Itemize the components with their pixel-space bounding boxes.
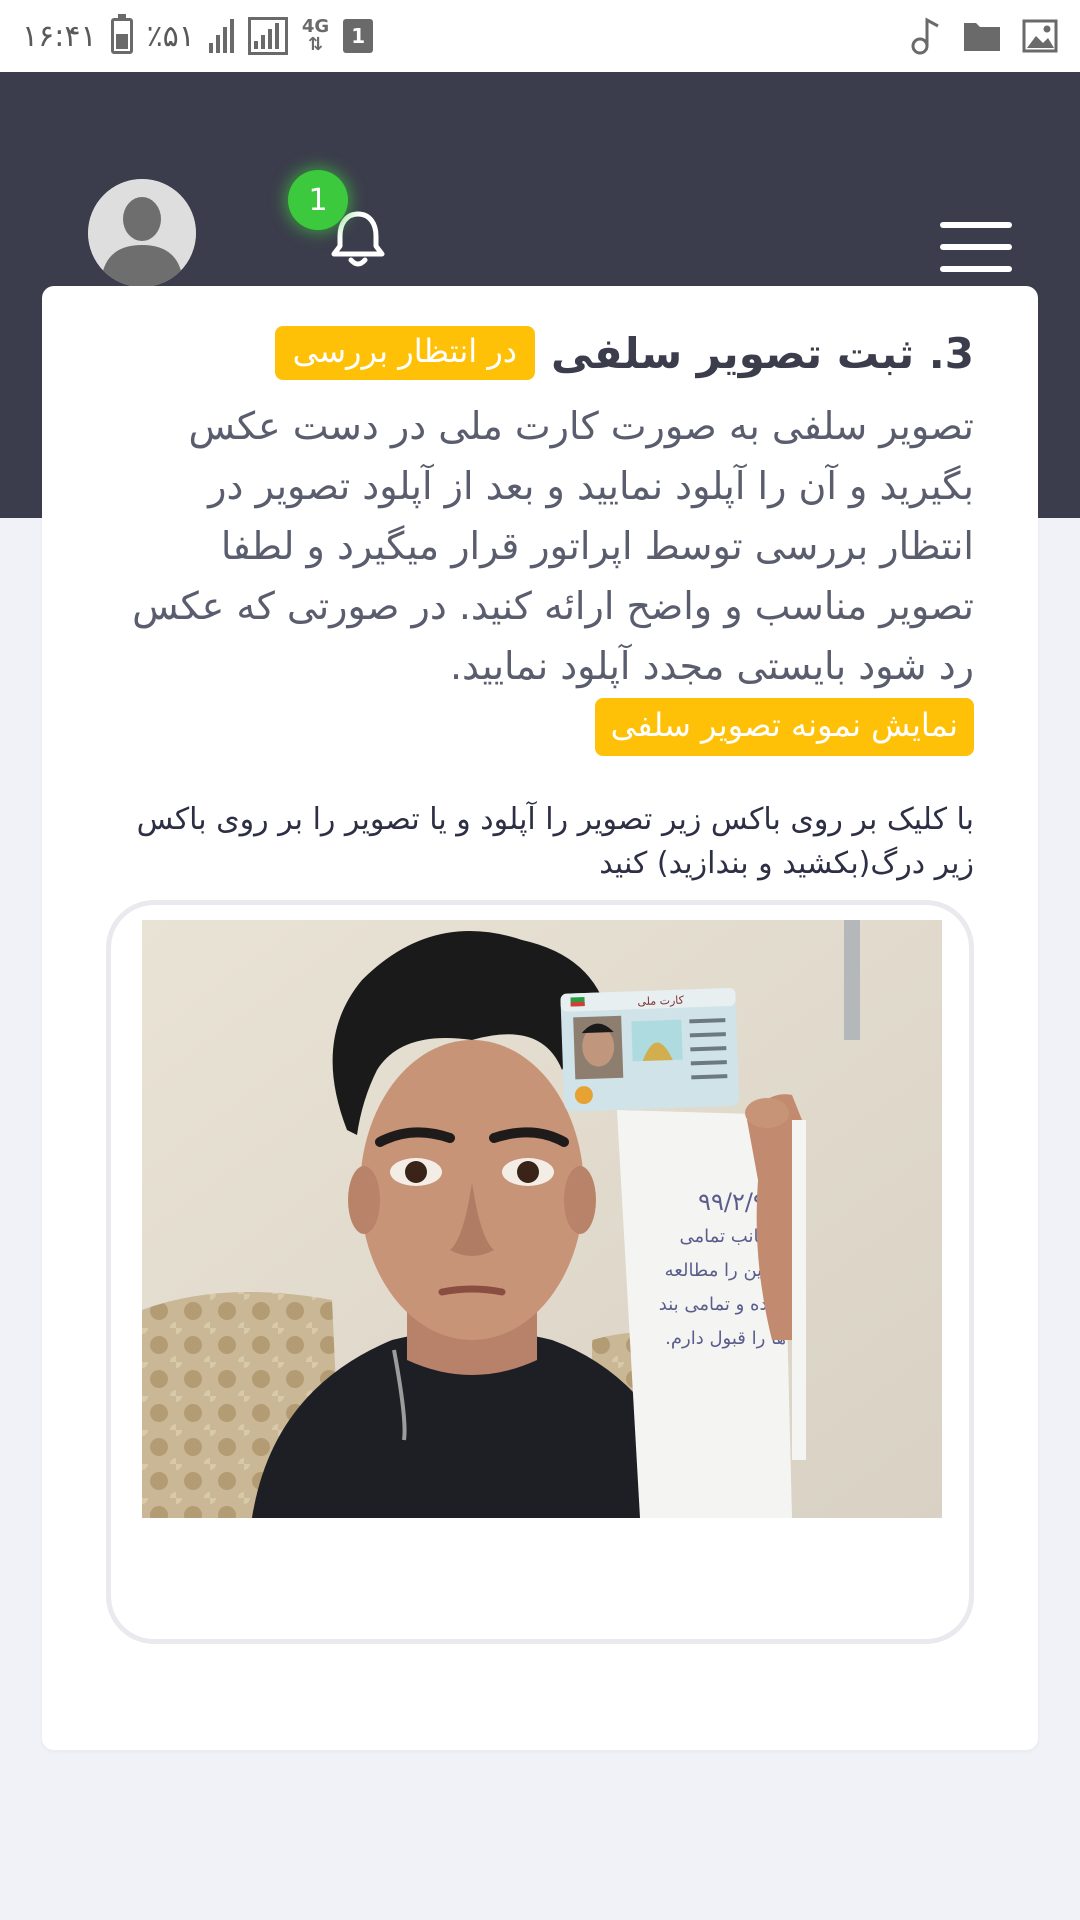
folder-icon: [964, 23, 1000, 51]
step-title-row: 3. ثبت تصویر سلفی در انتظار بررسی: [274, 326, 974, 380]
menu-bar-top: [940, 222, 1012, 228]
menu-bar-bottom: [940, 266, 1012, 272]
avatar-icon: [88, 179, 196, 287]
status-left: ۱۶:۴۱ ٪۵۱ 4G ⇅ 1: [22, 14, 374, 55]
upload-hint: با کلیک بر روی باکس زیر تصویر را آپلود و…: [136, 802, 974, 881]
step-description: تصویر سلفی به صورت کارت ملی در دست عکس ب…: [132, 404, 974, 688]
music-note-icon: [911, 17, 939, 55]
status-badge: در انتظار بررسی: [274, 326, 536, 380]
image-icon: [1022, 19, 1058, 53]
step-title: 3. ثبت تصویر سلفی: [551, 328, 974, 378]
network-label: 4G: [301, 16, 330, 37]
status-right: [910, 16, 1058, 56]
signal-box-icon: [247, 17, 288, 55]
avatar[interactable]: [88, 179, 196, 287]
battery-icon: [110, 14, 133, 54]
menu-bar-middle: [940, 244, 1012, 250]
network-type: 4G ⇅: [301, 16, 330, 55]
uploaded-selfie-image: ۹۹/۲/۹ اینجانب تمامی معاین را مطالعه کرد…: [142, 920, 942, 1518]
notification-badge: 1: [288, 170, 348, 230]
sim-icon: 1: [343, 19, 374, 53]
menu-button[interactable]: [940, 222, 1014, 272]
note-date: ۹۹/۲/۹: [698, 1188, 766, 1216]
status-time: ۱۶:۴۱: [22, 18, 97, 54]
selfie-step-card: 3. ثبت تصویر سلفی در انتظار بررسی تصویر …: [42, 286, 1038, 1750]
id-card-title: کارت ملی: [637, 994, 685, 1009]
signal-icon: [208, 19, 234, 53]
show-sample-button[interactable]: نمایش نمونه تصویر سلفی: [594, 698, 974, 756]
status-bar: ۱۶:۴۱ ٪۵۱ 4G ⇅ 1: [0, 0, 1080, 72]
battery-percent: ٪۵۱: [146, 18, 195, 54]
selfie-photo: ۹۹/۲/۹ اینجانب تمامی معاین را مطالعه کرد…: [142, 920, 942, 1518]
